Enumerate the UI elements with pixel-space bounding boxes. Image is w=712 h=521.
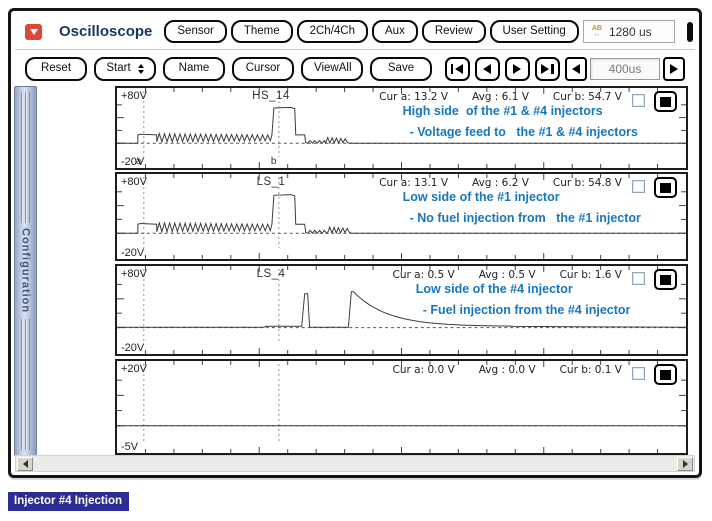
- channel-panel-4: +20V -5V Cur a: 0.0 V Avg : 0.0 V Cur b:…: [115, 359, 688, 455]
- avg-value: Avg : 6.1 V: [472, 91, 529, 103]
- cursor-button[interactable]: Cursor: [232, 57, 294, 81]
- channel-color-button[interactable]: [654, 364, 677, 385]
- step-forward-button[interactable]: [505, 57, 530, 81]
- sensor-button[interactable]: Sensor: [164, 20, 226, 44]
- timebase-decrease-button[interactable]: [565, 57, 587, 81]
- measurement-readout: Cur a: 13.1 V Avg : 6.2 V Cur b: 54.8 V: [379, 177, 622, 189]
- save-button[interactable]: Save: [370, 57, 432, 81]
- vmin-label: -20V: [121, 247, 144, 259]
- ab-measure-icon: AB↔: [592, 26, 602, 38]
- channel-checkbox[interactable]: [632, 367, 645, 380]
- horizontal-scrollbar[interactable]: [15, 455, 695, 472]
- step-forward-icon: [513, 64, 521, 74]
- scroll-left-button[interactable]: [17, 457, 33, 471]
- measurement-readout: Cur a: 13.2 V Avg : 6.1 V Cur b: 54.7 V: [379, 91, 622, 103]
- sidebar-tab-configuration[interactable]: Configuration: [14, 86, 37, 456]
- name-button[interactable]: Name: [163, 57, 225, 81]
- channel-panel-ls4: +80V -20V LS_4 Cur a: 0.5 V Avg : 0.5 V …: [115, 264, 688, 356]
- cursor-b-value: Cur b: 54.7 V: [553, 91, 622, 103]
- channel-panel-ls1: +80V -20V LS_1 Cur a: 13.1 V Avg : 6.2 V…: [115, 172, 688, 261]
- right-arrow-icon: [670, 64, 678, 74]
- groove-decoration: [21, 92, 30, 223]
- channel-color-button[interactable]: [654, 91, 677, 112]
- screen: Oscilloscope Sensor Theme 2Ch/4Ch Aux Re…: [0, 0, 712, 521]
- annotation: Low side of the #4 injector - Fuel injec…: [416, 282, 631, 317]
- annotation: Low side of the #1 injector - No fuel in…: [403, 190, 641, 225]
- vmax-label: +20V: [121, 363, 147, 375]
- cursor-a-value: Cur a: 13.2 V: [379, 91, 448, 103]
- right-arrow-icon: [683, 460, 688, 468]
- page-title: Oscilloscope: [59, 23, 152, 40]
- vmin-label: -5V: [121, 441, 138, 453]
- review-button[interactable]: Review: [422, 20, 486, 44]
- reset-button[interactable]: Reset: [25, 57, 87, 81]
- channel-color-button[interactable]: [654, 269, 677, 290]
- sidebar-tab-label: Configuration: [20, 228, 32, 313]
- channel-name: LS_1: [213, 176, 329, 188]
- scroll-right-button[interactable]: [677, 457, 693, 471]
- vmax-label: +80V: [121, 268, 147, 280]
- start-label: Start: [106, 63, 130, 75]
- measurement-readout: Cur a: 0.5 V Avg : 0.5 V Cur b: 1.6 V: [393, 269, 622, 281]
- channel-name: LS_4: [213, 268, 329, 280]
- cursor-b-value: Cur b: 1.6 V: [560, 269, 622, 281]
- step-back-button[interactable]: [475, 57, 500, 81]
- timebase-selector: 400us: [565, 57, 685, 81]
- vmax-label: +80V: [121, 176, 147, 188]
- status-badge: Injector #4 Injection: [8, 492, 129, 511]
- skip-last-button[interactable]: [535, 57, 560, 81]
- cursor-a-value: Cur a: 0.0 V: [393, 364, 455, 376]
- skip-first-icon: [451, 64, 454, 74]
- timebase-increase-button[interactable]: [663, 57, 685, 81]
- skip-first-button[interactable]: [445, 57, 470, 81]
- window-menu-icon[interactable]: [687, 22, 693, 42]
- timebase-value: 400us: [590, 58, 660, 80]
- channel-mode-button[interactable]: 2Ch/4Ch: [297, 20, 368, 44]
- groove-decoration: [21, 319, 30, 450]
- vmax-label: +80V: [121, 90, 147, 102]
- annotation: High side of the #1 & #4 injectors - Vol…: [403, 104, 638, 139]
- channel-name: HS_14: [213, 90, 329, 102]
- avg-value: Avg : 0.0 V: [479, 364, 536, 376]
- channel-color-button[interactable]: [654, 177, 677, 198]
- measurement-readout: Cur a: 0.0 V Avg : 0.0 V Cur b: 0.1 V: [393, 364, 622, 376]
- aux-button[interactable]: Aux: [372, 20, 418, 44]
- viewall-button[interactable]: ViewAll: [301, 57, 363, 81]
- channel-panel-hs14: +80V -20V HS_14 Cur a: 13.2 V Avg : 6.1 …: [115, 86, 688, 170]
- ab-time-value: 1280 us: [609, 25, 652, 39]
- cursor-a-value: Cur a: 13.1 V: [379, 177, 448, 189]
- left-arrow-icon: [23, 460, 28, 468]
- left-arrow-icon: [572, 64, 580, 74]
- svg-text:b: b: [271, 156, 277, 167]
- cursor-b-value: Cur b: 0.1 V: [560, 364, 622, 376]
- cursor-a-value: Cur a: 0.5 V: [393, 269, 455, 281]
- skip-last-icon: [541, 64, 549, 74]
- vmin-label: -20V: [121, 156, 144, 168]
- ab-time-display[interactable]: AB↔ 1280 us: [583, 20, 675, 43]
- avg-value: Avg : 0.5 V: [479, 269, 536, 281]
- top-toolbar: Oscilloscope Sensor Theme 2Ch/4Ch Aux Re…: [15, 14, 695, 50]
- record-dropdown-icon[interactable]: [25, 24, 42, 40]
- cursor-b-value: Cur b: 54.8 V: [553, 177, 622, 189]
- oscilloscope-window: Oscilloscope Sensor Theme 2Ch/4Ch Aux Re…: [8, 8, 702, 478]
- user-setting-button[interactable]: User Setting: [490, 20, 579, 44]
- spinner-icon: [138, 64, 144, 74]
- avg-value: Avg : 6.2 V: [472, 177, 529, 189]
- control-toolbar: Reset Start Name Cursor ViewAll Save: [25, 53, 691, 85]
- step-back-icon: [483, 64, 491, 74]
- theme-button[interactable]: Theme: [231, 20, 293, 44]
- vmin-label: -20V: [121, 342, 144, 354]
- start-button[interactable]: Start: [94, 57, 156, 81]
- channel-checkbox[interactable]: [632, 272, 645, 285]
